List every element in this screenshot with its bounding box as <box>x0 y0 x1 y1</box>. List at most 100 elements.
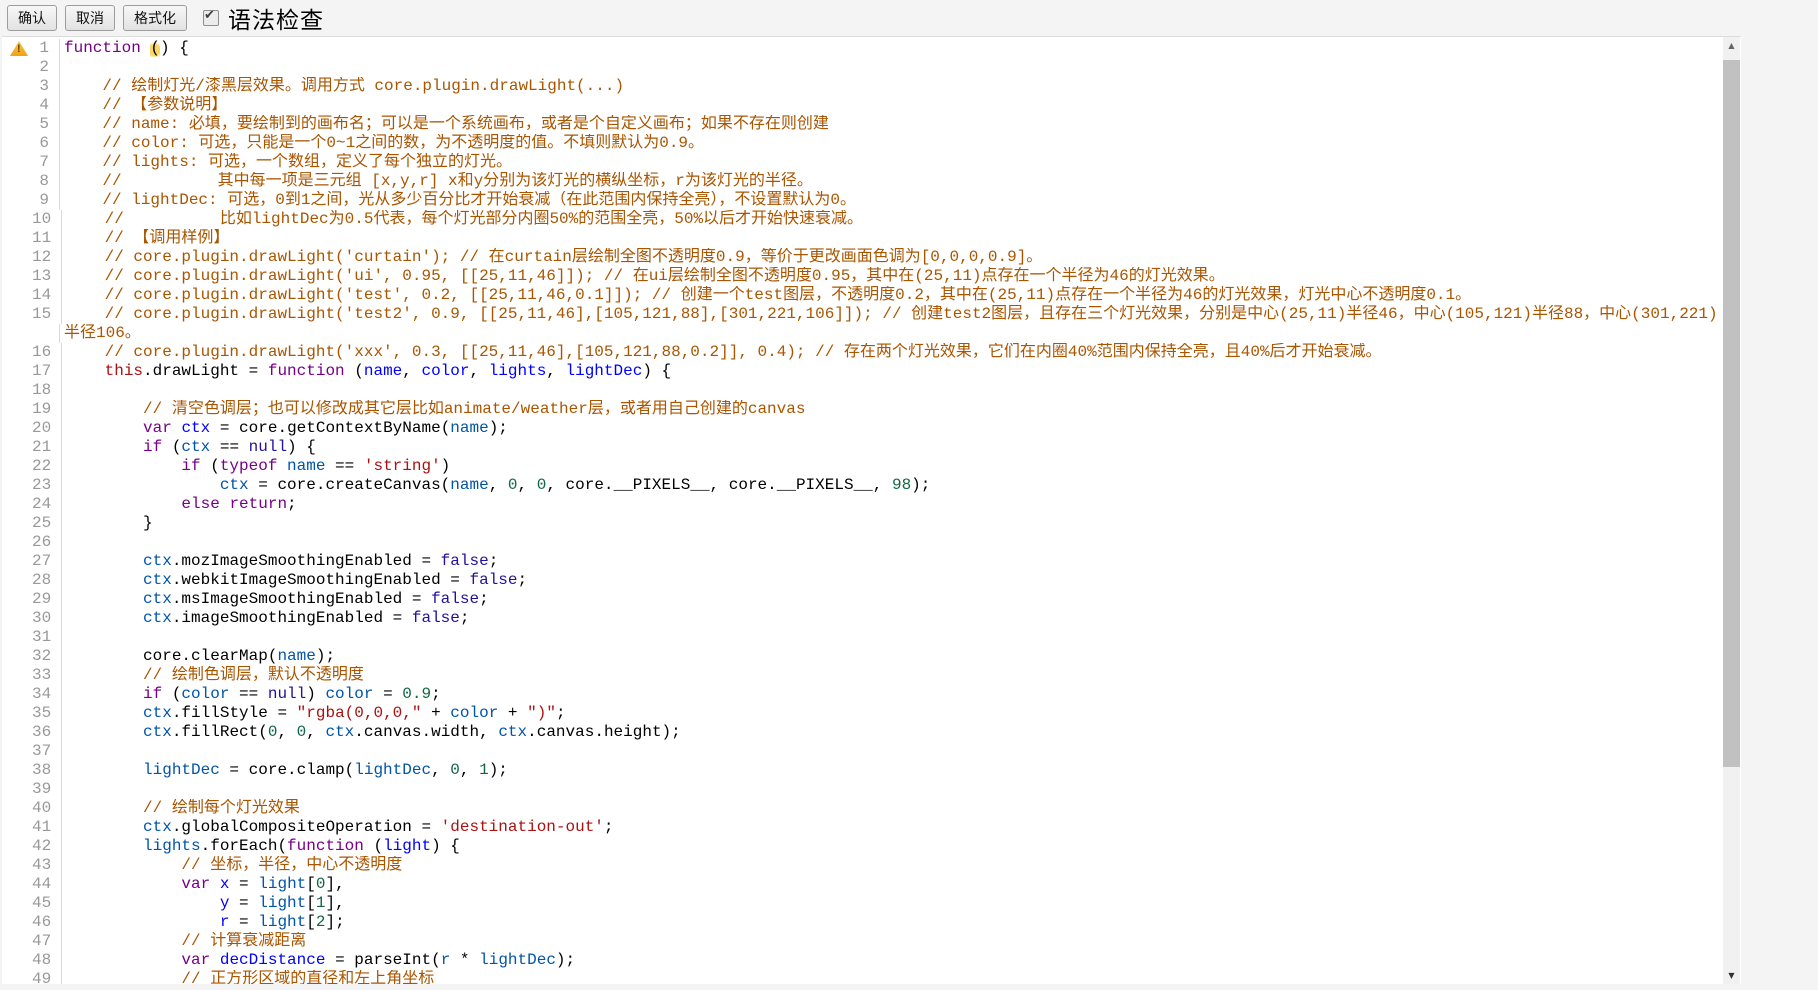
code-line[interactable]: ctx.globalCompositeOperation = 'destinat… <box>62 818 1724 837</box>
code-token: ) { <box>431 837 460 855</box>
gutter-marker-cell <box>2 77 32 96</box>
gutter: 3 <box>2 77 60 96</box>
code-line[interactable]: // 【调用样例】 <box>62 229 1724 248</box>
line-number: 20 <box>32 419 61 438</box>
code-token: } <box>66 514 152 532</box>
code-line[interactable]: // core.plugin.drawLight('xxx', 0.3, [[2… <box>62 343 1724 362</box>
syntax-check-checkbox[interactable]: ✔ <box>203 10 219 26</box>
code-line[interactable]: // core.plugin.drawLight('ui', 0.95, [[2… <box>62 267 1724 286</box>
code-row: 32 core.clearMap(name); <box>2 647 1724 666</box>
code-line[interactable]: // 清空色调层；也可以修改成其它层比如animate/weather层，或者用… <box>62 400 1724 419</box>
code-token: ) { <box>160 39 189 57</box>
gutter: 39 <box>2 780 62 799</box>
scrollbar-thumb[interactable] <box>1723 60 1740 767</box>
gutter: 46 <box>2 913 62 932</box>
line-number: 43 <box>32 856 61 875</box>
code-line[interactable]: ctx.imageSmoothingEnabled = false; <box>62 609 1724 628</box>
code-line[interactable] <box>62 780 1724 799</box>
code-line[interactable]: lights.forEach(function (light) { <box>62 837 1724 856</box>
code-line[interactable]: this.drawLight = function (name, color, … <box>62 362 1724 381</box>
code-line[interactable]: ctx.msImageSmoothingEnabled = false; <box>62 590 1724 609</box>
code-line[interactable]: } <box>62 514 1724 533</box>
code-editor[interactable]: 1function () {23 // 绘制灯光/漆黑层效果。调用方式 core… <box>2 36 1741 984</box>
gutter: 8 <box>2 172 60 191</box>
code-line[interactable]: if (typeof name == 'string') <box>62 457 1724 476</box>
line-number: 32 <box>32 647 61 666</box>
code-line[interactable]: // color: 可选，只能是一个0~1之间的数，为不透明度的值。不填则默认为… <box>60 134 1724 153</box>
line-number: 16 <box>32 343 61 362</box>
code-line[interactable]: // core.plugin.drawLight('test', 0.2, [[… <box>62 286 1724 305</box>
code-line[interactable]: ctx.fillRect(0, 0, ctx.canvas.width, ctx… <box>62 723 1724 742</box>
gutter: 18 <box>2 381 62 400</box>
code-line[interactable]: // 其中每一项是三元组 [x,y,r] x和y分别为该灯光的横纵坐标，r为该灯… <box>60 172 1724 191</box>
code-row: 14 // core.plugin.drawLight('test', 0.2,… <box>2 286 1724 305</box>
code-line[interactable]: // name: 必填，要绘制到的画布名；可以是一个系统画布，或者是个自定义画布… <box>60 115 1724 134</box>
code-token: 0 <box>316 875 326 893</box>
code-token: ) <box>306 685 325 703</box>
line-number: 5 <box>32 115 59 134</box>
code-line[interactable] <box>62 381 1724 400</box>
check-icon: ✔ <box>204 8 215 23</box>
scrollbar-down-button[interactable]: ▼ <box>1723 967 1740 984</box>
code-line[interactable]: else return; <box>62 495 1724 514</box>
code-line[interactable]: if (color == null) color = 0.9; <box>62 685 1724 704</box>
code-line[interactable]: var decDistance = parseInt(r * lightDec)… <box>62 951 1724 970</box>
code-token: function <box>268 362 345 380</box>
code-line[interactable]: // 比如lightDec为0.5代表，每个灯光部分内圈50%的范围全亮，50%… <box>62 210 1724 229</box>
code-token: , <box>431 761 450 779</box>
line-number: 29 <box>32 590 61 609</box>
gutter: 29 <box>2 590 62 609</box>
code-line[interactable] <box>62 628 1724 647</box>
code-token: name <box>364 362 402 380</box>
code-line[interactable]: // 绘制灯光/漆黑层效果。调用方式 core.plugin.drawLight… <box>60 77 1724 96</box>
code-token <box>277 457 287 475</box>
line-number: 26 <box>32 533 61 552</box>
scrollbar-up-button[interactable]: ▲ <box>1723 37 1740 54</box>
code-line[interactable]: ctx = core.createCanvas(name, 0, 0, core… <box>62 476 1724 495</box>
code-line[interactable]: // lights: 可选，一个数组，定义了每个独立的灯光。 <box>60 153 1724 172</box>
code-line[interactable]: if (ctx == null) { <box>62 438 1724 457</box>
code-line[interactable]: // core.plugin.drawLight('curtain'); // … <box>62 248 1724 267</box>
code-token: , core.__PIXELS__, core.__PIXELS__, <box>546 476 892 494</box>
code-line[interactable]: // 绘制每个灯光效果 <box>62 799 1724 818</box>
code-line[interactable]: var ctx = core.getContextByName(name); <box>62 419 1724 438</box>
code-token: + <box>421 704 450 722</box>
code-line[interactable]: // 计算衰减距离 <box>62 932 1724 951</box>
code-line[interactable] <box>62 742 1724 761</box>
code-line[interactable]: 半径106。 <box>60 324 1724 343</box>
code-line[interactable] <box>62 533 1724 552</box>
code-line[interactable]: y = light[1], <box>62 894 1724 913</box>
gutter-marker-cell <box>2 628 32 647</box>
code-token: color <box>421 362 469 380</box>
code-line[interactable]: // 正方形区域的直径和左上角坐标 <box>62 970 1724 984</box>
format-button[interactable]: 格式化 <box>123 5 187 31</box>
code-line[interactable]: lightDec = core.clamp(lightDec, 0, 1); <box>62 761 1724 780</box>
code-line[interactable]: ctx.webkitImageSmoothingEnabled = false; <box>62 571 1724 590</box>
code-line[interactable]: function () { <box>60 39 1724 58</box>
gutter-marker-cell <box>2 951 32 970</box>
code-line[interactable]: core.clearMap(name); <box>62 647 1724 666</box>
code-token <box>66 685 143 703</box>
code-token <box>66 590 143 608</box>
code-token: ( <box>364 837 383 855</box>
code-line[interactable]: var x = light[0], <box>62 875 1724 894</box>
code-line[interactable]: // lightDec: 可选，0到1之间，光从多少百分比才开始衰减（在此范围内… <box>60 191 1724 210</box>
code-line[interactable]: // 坐标，半径，中心不透明度 <box>62 856 1724 875</box>
vertical-scrollbar[interactable]: ▲ ▼ <box>1723 37 1740 984</box>
code-token <box>172 419 182 437</box>
code-row: 3 // 绘制灯光/漆黑层效果。调用方式 core.plugin.drawLig… <box>2 77 1724 96</box>
code-token: ctx <box>143 818 172 836</box>
code-line[interactable]: // 绘制色调层，默认不透明度 <box>62 666 1724 685</box>
cancel-button[interactable]: 取消 <box>65 5 115 31</box>
confirm-button[interactable]: 确认 <box>7 5 57 31</box>
code-rows[interactable]: 1function () {23 // 绘制灯光/漆黑层效果。调用方式 core… <box>2 37 1724 984</box>
code-line[interactable] <box>60 58 1724 77</box>
code-line[interactable]: ctx.fillStyle = "rgba(0,0,0," + color + … <box>62 704 1724 723</box>
code-line[interactable]: // 【参数说明】 <box>60 96 1724 115</box>
code-token: == <box>229 685 267 703</box>
code-line[interactable]: r = light[2]; <box>62 913 1724 932</box>
code-line[interactable]: ctx.mozImageSmoothingEnabled = false; <box>62 552 1724 571</box>
gutter-marker-cell <box>2 742 32 761</box>
code-token: // color: 可选，只能是一个0~1之间的数，为不透明度的值。不填则默认为… <box>64 134 704 152</box>
code-line[interactable]: // core.plugin.drawLight('test2', 0.9, [… <box>62 305 1724 324</box>
